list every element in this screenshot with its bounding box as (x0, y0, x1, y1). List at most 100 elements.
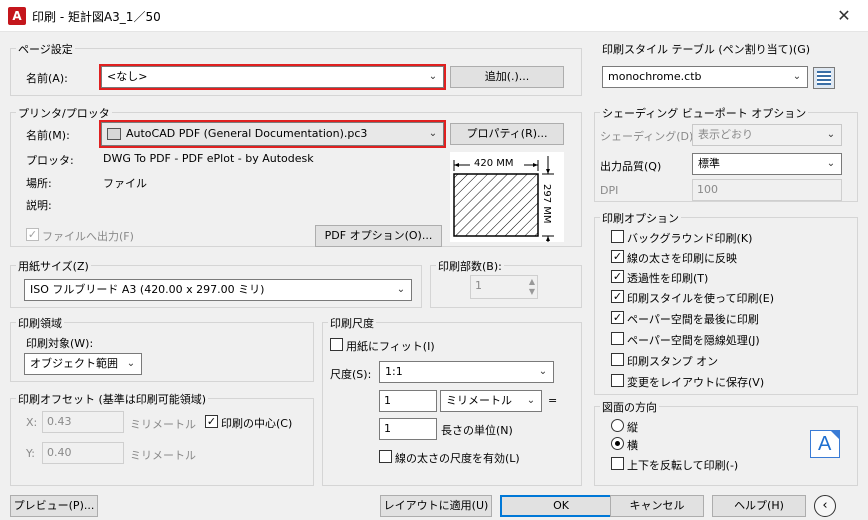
pdf-options-button[interactable]: PDF オプション(O)... (315, 225, 442, 247)
chevron-down-icon: ⌄ (428, 128, 438, 139)
option-background-checkbox[interactable] (611, 230, 624, 243)
plot-offset-label: 印刷オフセット (基準は印刷可能領域) (16, 391, 209, 407)
page-setup-name-label: 名前(A): (26, 72, 68, 85)
printer-label: プリンタ/プロッタ (16, 105, 112, 121)
ok-button[interactable]: OK (500, 495, 622, 517)
fit-to-paper-checkbox[interactable] (330, 338, 343, 351)
offset-y-input[interactable]: 0.40 (42, 442, 124, 464)
option-transparency-label: 透過性を印刷(T) (627, 272, 709, 285)
style-table-label: 印刷スタイル テーブル (ペン割り当て)(G) (600, 41, 813, 57)
page-setup-select[interactable]: <なし> ⌄ (101, 66, 444, 88)
quality-value: 標準 (698, 157, 720, 170)
paper-size-select[interactable]: ISO フルブリード A3 (420.00 x 297.00 ミリ) ⌄ (24, 279, 412, 301)
chevron-down-icon: ⌄ (126, 358, 136, 369)
scale-lineweights-label: 線の太さの尺度を有効(L) (395, 452, 520, 465)
center-plot-label: 印刷の中心(C) (221, 417, 293, 430)
portrait-radio[interactable] (611, 419, 624, 432)
chevron-down-icon: ⌄ (526, 395, 536, 406)
what-to-plot-select[interactable]: オブジェクト範囲 ⌄ (24, 353, 142, 375)
preview-height: 297 (541, 184, 552, 204)
option-lineweights-checkbox[interactable]: ✓ (611, 250, 624, 263)
spin-icon[interactable]: ▲ ▼ (529, 277, 535, 297)
description-label: 説明: (26, 199, 52, 212)
apply-to-layout-button[interactable]: レイアウトに適用(U) (380, 495, 492, 517)
equals-sign: = (548, 394, 558, 407)
shaded-viewport-label: シェーディング ビューポート オプション (600, 105, 809, 121)
orientation-label: 図面の方向 (600, 399, 659, 415)
landscape-label: 横 (627, 439, 638, 452)
help-button[interactable]: ヘルプ(H) (712, 495, 806, 517)
close-icon[interactable]: ✕ (826, 4, 862, 28)
plotter-label: プロッタ: (26, 154, 74, 167)
style-table-select[interactable]: monochrome.ctb ⌄ (602, 66, 808, 88)
copies-input[interactable]: 1 ▲ ▼ (470, 275, 538, 299)
shade-plot-label: シェーディング(D) (600, 130, 694, 143)
what-to-plot-label: 印刷対象(W): (26, 337, 94, 350)
scale-label: 尺度(S): (330, 368, 372, 381)
plot-scale-label: 印刷尺度 (328, 315, 376, 331)
offset-x-input[interactable]: 0.43 (42, 411, 124, 433)
option-save-layout-checkbox[interactable] (611, 374, 624, 387)
offset-y-unit: ミリメートル (130, 449, 196, 462)
chevron-down-icon: ⌄ (538, 366, 548, 377)
orientation-letter: A (818, 433, 832, 455)
page-setup-label: ページ設定 (16, 41, 75, 57)
chevron-down-icon: ⌄ (396, 284, 406, 295)
option-paperspace-last-checkbox[interactable]: ✓ (611, 311, 624, 324)
copies-value: 1 (475, 279, 482, 292)
paper-preview: 420 MM 297 MM (450, 152, 564, 242)
option-plot-styles-checkbox[interactable]: ✓ (611, 290, 624, 303)
style-table-value: monochrome.ctb (608, 70, 702, 83)
preview-width-unit: MM (496, 158, 514, 169)
edit-style-table-icon[interactable] (813, 67, 835, 89)
printer-select[interactable]: AutoCAD PDF (General Documentation).pc3 ⌄ (101, 122, 444, 146)
paper-size-value: ISO フルブリード A3 (420.00 x 297.00 ミリ) (30, 283, 265, 296)
scale-value-1-input[interactable]: 1 (379, 390, 437, 412)
preview-button[interactable]: プレビュー(P)... (10, 495, 98, 517)
option-hide-paperspace-label: ペーパー空間を隠線処理(J) (627, 334, 760, 347)
landscape-radio[interactable] (611, 437, 624, 450)
quality-label: 出力品質(Q) (600, 160, 662, 173)
what-to-plot-value: オブジェクト範囲 (30, 357, 118, 370)
shade-plot-select[interactable]: 表示どおり ⌄ (692, 124, 842, 146)
chevron-down-icon: ⌄ (428, 71, 438, 82)
option-background-label: バックグラウンド印刷(K) (627, 232, 753, 245)
dpi-input[interactable]: 100 (692, 179, 842, 201)
upside-down-checkbox[interactable] (611, 457, 624, 470)
add-page-setup-button[interactable]: 追加(.)... (450, 66, 564, 88)
scale-unit-select[interactable]: ミリメートル ⌄ (440, 390, 542, 412)
scale-value-2-input[interactable]: 1 (379, 418, 437, 440)
preview-height-unit: MM (541, 206, 552, 224)
scale-unit-value: ミリメートル (446, 394, 512, 407)
option-plot-stamp-label: 印刷スタンプ オン (627, 355, 719, 368)
printer-name-label: 名前(M): (26, 129, 70, 142)
print-to-file-label: ファイルへ出力(F) (42, 230, 134, 243)
app-icon: A (8, 7, 26, 25)
preview-height-text: 297 MM (541, 184, 552, 224)
scale-select[interactable]: 1:1 ⌄ (379, 361, 554, 383)
print-to-file-checkbox[interactable]: ✓ (26, 228, 39, 241)
upside-down-label: 上下を反転して印刷(-) (627, 459, 739, 472)
option-plot-stamp-checkbox[interactable] (611, 353, 624, 366)
orientation-preview-icon: A (810, 430, 840, 458)
printer-properties-button[interactable]: プロパティ(R)... (450, 123, 564, 145)
option-paperspace-last-label: ペーパー空間を最後に印刷 (627, 313, 759, 326)
scale-lineweights-checkbox[interactable] (379, 450, 392, 463)
page-setup-value: <なし> (107, 70, 148, 83)
location-value: ファイル (103, 177, 147, 190)
offset-x-label: X: (26, 416, 38, 429)
collapse-icon[interactable]: ‹ (814, 495, 836, 517)
offset-y-label: Y: (26, 447, 35, 460)
option-transparency-checkbox[interactable]: ✓ (611, 270, 624, 283)
cancel-button[interactable]: キャンセル (610, 495, 704, 517)
center-plot-checkbox[interactable]: ✓ (205, 415, 218, 428)
plotter-value: DWG To PDF - PDF ePlot - by Autodesk (103, 152, 314, 165)
location-label: 場所: (26, 177, 52, 190)
option-hide-paperspace-checkbox[interactable] (611, 332, 624, 345)
fit-to-paper-label: 用紙にフィット(I) (346, 340, 435, 353)
preview-width-text: 420 MM (474, 158, 514, 169)
portrait-label: 縦 (627, 421, 638, 434)
printer-icon (107, 128, 121, 140)
quality-select[interactable]: 標準 ⌄ (692, 153, 842, 175)
length-unit-label: 長さの単位(N) (441, 424, 513, 437)
